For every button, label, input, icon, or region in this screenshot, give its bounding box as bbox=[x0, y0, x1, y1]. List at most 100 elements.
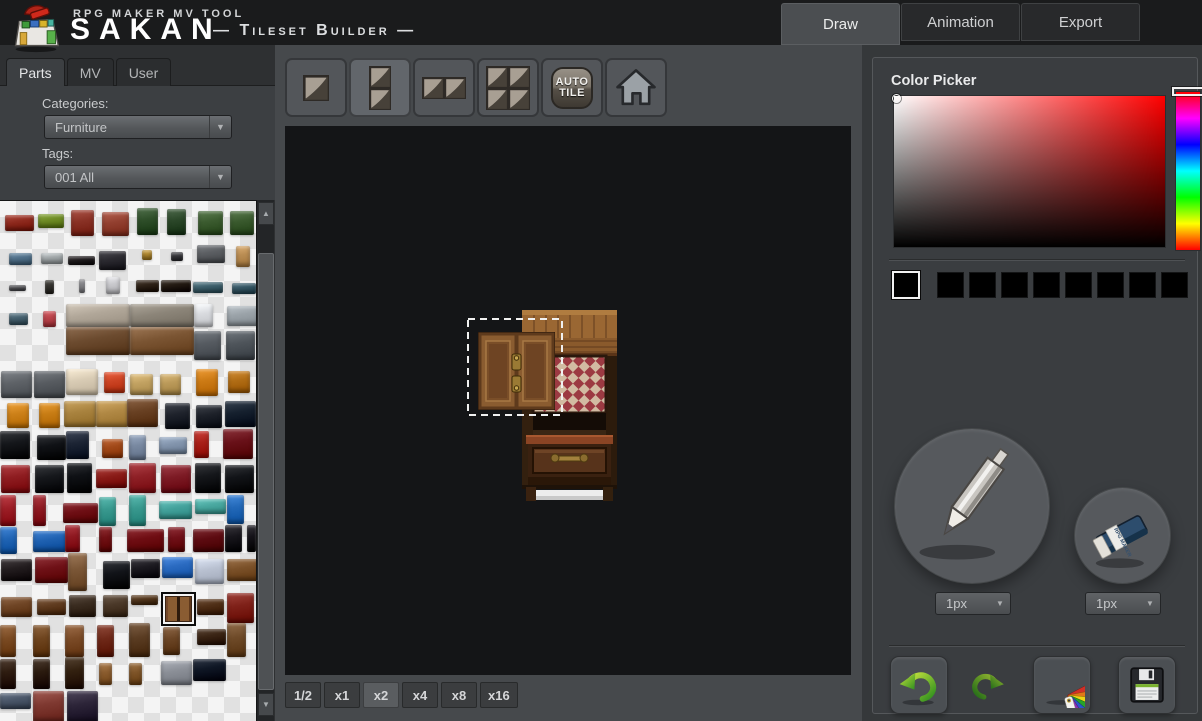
hue-slider[interactable] bbox=[1175, 91, 1201, 251]
tile-sprite[interactable] bbox=[137, 208, 158, 235]
tile-sprite[interactable] bbox=[163, 627, 180, 655]
tab-animation[interactable]: Animation bbox=[901, 3, 1020, 41]
drawing-canvas[interactable] bbox=[285, 126, 851, 675]
selected-tile-cabinet[interactable] bbox=[163, 594, 194, 624]
tile-sprite[interactable] bbox=[9, 285, 26, 291]
zoom-1-2[interactable]: 1/2 bbox=[285, 682, 321, 708]
tile-sprite[interactable] bbox=[33, 625, 50, 657]
tile-horizontal-pair-button[interactable] bbox=[413, 58, 475, 117]
tile-sprite[interactable] bbox=[103, 595, 128, 617]
tile-sprite[interactable] bbox=[129, 495, 146, 526]
tile-sprite[interactable] bbox=[41, 253, 63, 264]
tab-export[interactable]: Export bbox=[1021, 3, 1140, 41]
tile-sprite[interactable] bbox=[35, 557, 68, 583]
tile-sprite[interactable] bbox=[106, 277, 120, 294]
tile-sprite[interactable] bbox=[97, 625, 114, 657]
tile-sprite[interactable] bbox=[96, 469, 127, 488]
tile-sprite[interactable] bbox=[7, 403, 29, 428]
tile-sprite[interactable] bbox=[66, 369, 98, 395]
tile-sprite[interactable] bbox=[99, 663, 112, 685]
tile-sprite[interactable] bbox=[9, 253, 32, 265]
tile-sprite[interactable] bbox=[103, 561, 130, 589]
tile-vertical-pair-button[interactable] bbox=[349, 58, 411, 117]
tile-sprite[interactable] bbox=[131, 595, 158, 605]
tile-sprite[interactable] bbox=[159, 437, 187, 454]
tile-sprite[interactable] bbox=[193, 282, 223, 293]
tile-sprite[interactable] bbox=[227, 306, 256, 326]
tile-sprite[interactable] bbox=[68, 553, 87, 591]
tile-sprite[interactable] bbox=[165, 403, 190, 429]
redo-button[interactable] bbox=[960, 661, 1014, 709]
tile-sprite[interactable] bbox=[196, 369, 218, 396]
tile-sprite[interactable] bbox=[38, 214, 64, 228]
tile-sprite[interactable] bbox=[45, 280, 54, 294]
selection-marquee[interactable] bbox=[467, 318, 563, 416]
tile-sprite[interactable] bbox=[227, 593, 254, 623]
tile-sprite[interactable] bbox=[129, 463, 156, 493]
tile-sprite[interactable] bbox=[33, 691, 64, 721]
tile-sprite[interactable] bbox=[1, 371, 32, 398]
tile-sprite[interactable] bbox=[1, 597, 32, 617]
tile-sprite[interactable] bbox=[167, 209, 186, 235]
tile-sprite[interactable] bbox=[67, 463, 92, 493]
tile-sprite[interactable] bbox=[193, 659, 226, 681]
tile-sprite[interactable] bbox=[35, 465, 64, 493]
zoom-x16[interactable]: x16 bbox=[480, 682, 518, 708]
tile-sprite[interactable] bbox=[160, 374, 181, 395]
pencil-tool-button[interactable] bbox=[894, 428, 1050, 584]
tile-sprite[interactable] bbox=[65, 625, 84, 657]
tile-sprite[interactable] bbox=[65, 525, 80, 552]
tile-sprite[interactable] bbox=[228, 371, 250, 393]
tile-sprite[interactable] bbox=[34, 371, 65, 398]
tile-sprite[interactable] bbox=[223, 429, 253, 459]
tile-quad-button[interactable] bbox=[477, 58, 539, 117]
tile-sprite[interactable] bbox=[230, 211, 254, 235]
tile-sprite[interactable] bbox=[0, 625, 16, 657]
tile-sprite[interactable] bbox=[37, 435, 66, 460]
undo-button[interactable] bbox=[890, 656, 948, 714]
tile-sprite[interactable] bbox=[195, 559, 224, 584]
tile-sprite[interactable] bbox=[131, 559, 160, 578]
tile-sprite[interactable] bbox=[43, 311, 56, 327]
tile-sprite[interactable] bbox=[227, 495, 244, 524]
pencil-size-dropdown[interactable]: 1px ▼ bbox=[935, 592, 1011, 615]
tile-sprite[interactable] bbox=[161, 661, 192, 685]
scroll-down-button[interactable]: ▼ bbox=[258, 693, 274, 716]
autotile-button[interactable]: AUTOTILE bbox=[541, 58, 603, 117]
tile-sprite[interactable] bbox=[66, 327, 130, 355]
tile-sprite[interactable] bbox=[9, 313, 28, 325]
tile-sprite[interactable] bbox=[142, 250, 152, 260]
categories-dropdown[interactable]: Furniture ▼ bbox=[44, 115, 232, 139]
tile-sprite[interactable] bbox=[226, 331, 255, 360]
left-tab-parts[interactable]: Parts bbox=[6, 58, 65, 86]
palette-swatch-2[interactable] bbox=[969, 272, 996, 298]
tile-sprite[interactable] bbox=[96, 401, 128, 427]
palette-swatch-3[interactable] bbox=[1001, 272, 1028, 298]
scroll-up-button[interactable]: ▲ bbox=[258, 202, 274, 225]
hue-slider-cursor[interactable] bbox=[1172, 87, 1202, 96]
tile-sprite[interactable] bbox=[0, 659, 16, 689]
palette-button[interactable] bbox=[1033, 656, 1091, 714]
tile-sprite[interactable] bbox=[197, 629, 226, 645]
tile-sprite[interactable] bbox=[65, 657, 84, 689]
tile-sprite[interactable] bbox=[99, 497, 116, 526]
tile-sprite[interactable] bbox=[130, 304, 194, 327]
tile-sprite[interactable] bbox=[129, 663, 142, 685]
tile-sprite[interactable] bbox=[63, 503, 98, 523]
tile-sprite[interactable] bbox=[99, 527, 112, 552]
tile-sprite[interactable] bbox=[162, 557, 193, 578]
tile-sprite[interactable] bbox=[198, 211, 223, 235]
tile-sprite[interactable] bbox=[37, 599, 66, 615]
tile-sprite[interactable] bbox=[161, 465, 191, 493]
tile-palette-grid[interactable] bbox=[0, 200, 256, 721]
tile-sprite[interactable] bbox=[130, 374, 153, 395]
tile-sprite[interactable] bbox=[0, 495, 16, 526]
palette-swatch-4[interactable] bbox=[1033, 272, 1060, 298]
tile-sprite[interactable] bbox=[66, 304, 130, 327]
tile-sprite[interactable] bbox=[225, 465, 254, 493]
tile-sprite[interactable] bbox=[130, 327, 194, 355]
tile-sprite[interactable] bbox=[79, 279, 85, 293]
zoom-x4[interactable]: x4 bbox=[402, 682, 438, 708]
tile-sprite[interactable] bbox=[197, 599, 224, 615]
current-color-swatch[interactable] bbox=[892, 271, 920, 299]
